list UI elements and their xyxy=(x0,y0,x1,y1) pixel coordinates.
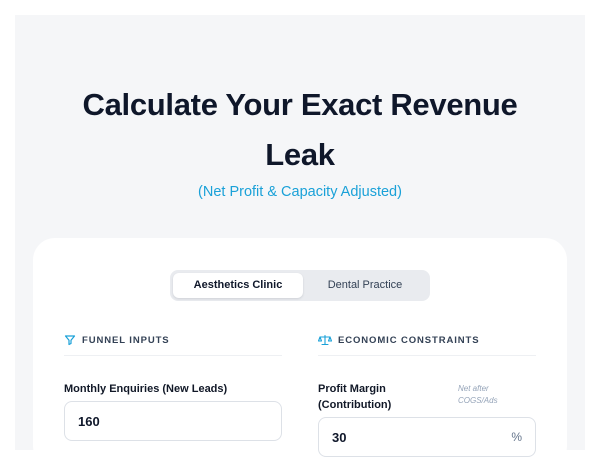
funnel-inputs-heading: FUNNEL INPUTS xyxy=(64,332,170,348)
funnel-divider xyxy=(64,355,282,356)
economic-constraints-heading: ECONOMIC CONSTRAINTS xyxy=(318,332,480,348)
economic-divider xyxy=(318,355,536,356)
economic-constraints-heading-text: ECONOMIC CONSTRAINTS xyxy=(338,334,480,346)
profit-margin-input[interactable]: 30 % xyxy=(318,417,536,457)
monthly-enquiries-value: 160 xyxy=(78,413,100,429)
page-title-line-1: Calculate Your Exact Revenue xyxy=(82,87,518,122)
percent-unit: % xyxy=(511,430,522,444)
monthly-enquiries-input[interactable]: 160 xyxy=(64,401,282,441)
funnel-inputs-heading-text: FUNNEL INPUTS xyxy=(82,334,170,346)
profit-margin-note-line-1: Net after xyxy=(458,384,489,393)
practice-type-toggle: Aesthetics Clinic Dental Practice xyxy=(170,270,430,301)
tab-dental-practice[interactable]: Dental Practice xyxy=(303,273,427,298)
profit-margin-label-line-1: Profit Margin xyxy=(318,383,386,395)
monthly-enquiries-label: Monthly Enquiries (New Leads) xyxy=(64,383,228,395)
profit-margin-label-line-2: (Contribution) xyxy=(318,399,392,411)
profit-margin-label: Profit Margin (Contribution) xyxy=(318,381,391,413)
profit-margin-note: Net after COGS/Ads xyxy=(458,383,498,407)
tab-aesthetics-clinic[interactable]: Aesthetics Clinic xyxy=(173,273,303,298)
profit-margin-note-line-2: COGS/Ads xyxy=(458,396,498,405)
page-title-line-2: Leak xyxy=(265,137,335,172)
filter-icon xyxy=(64,334,76,346)
profit-margin-value: 30 xyxy=(332,429,347,445)
page-title: Calculate Your Exact Revenue Leak xyxy=(0,80,600,180)
scale-icon xyxy=(318,334,332,346)
page-subtitle: (Net Profit & Capacity Adjusted) xyxy=(198,184,402,200)
